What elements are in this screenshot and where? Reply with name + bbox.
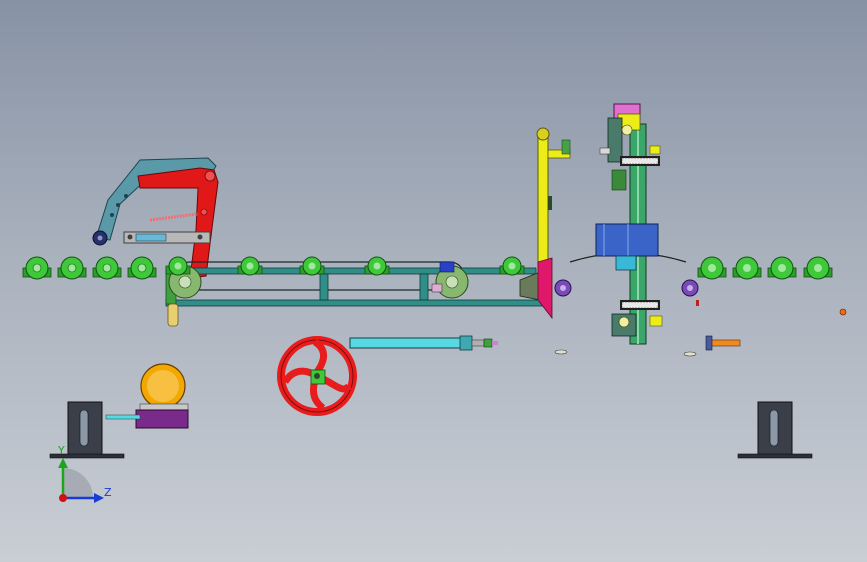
assembly-drawing: Y Z (22, 103, 847, 503)
handwheel (277, 336, 357, 416)
conveyor-roller (697, 256, 727, 280)
cad-viewport[interactable]: Y Z (0, 0, 867, 562)
lift-column (595, 103, 663, 345)
conveyor-frame (165, 261, 549, 327)
washer-part (683, 351, 697, 357)
bolt-part (705, 335, 741, 351)
left-roller-group (22, 256, 157, 280)
z-axis-label: Z (104, 486, 112, 499)
right-roller-group (697, 256, 833, 280)
gear-motor (105, 363, 189, 429)
conveyor-roller (165, 256, 191, 276)
conveyor-roller (22, 256, 52, 280)
conveyor-roller (499, 256, 525, 276)
conveyor-roller (767, 256, 797, 280)
support-stand (737, 401, 813, 459)
idler-hub (681, 279, 699, 297)
idler-hub (554, 279, 572, 297)
conveyor-roller (803, 256, 833, 280)
small-part (696, 300, 699, 306)
conveyor-roller (237, 256, 263, 276)
conveyor-roller (364, 256, 390, 276)
y-axis-label: Y (57, 444, 65, 457)
conveyor-roller (57, 256, 87, 280)
washer-part (554, 349, 568, 355)
conveyor-roller (92, 256, 122, 280)
triad-origin (59, 494, 67, 502)
small-part (839, 308, 847, 316)
conveyor-roller (732, 256, 762, 280)
conveyor-roller (299, 256, 325, 276)
pneumatic-cylinder (349, 335, 498, 351)
linkage-bar (123, 231, 211, 244)
conveyor-roller (127, 256, 157, 280)
